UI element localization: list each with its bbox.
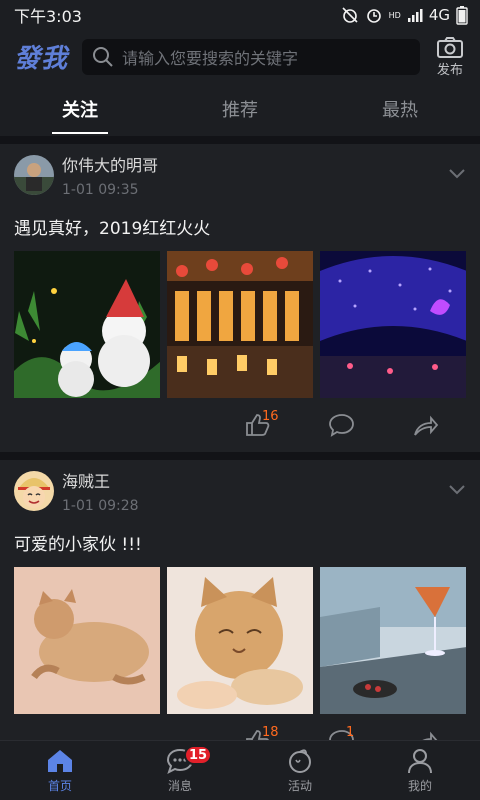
post-photos [0,251,480,398]
post-time: 1-01 09:28 [62,498,139,514]
nav-profile-label: 我的 [407,778,432,793]
post-photo-snowmen[interactable] [14,251,160,398]
tab-recommended[interactable]: 推荐 [160,82,320,136]
nav-messages[interactable]: 消息 15 [120,741,240,800]
comment-icon [329,414,354,437]
nav-activity-label: 活动 [287,778,312,793]
avatar[interactable] [14,471,54,511]
user-icon [408,748,432,773]
publish-button[interactable]: 发布 [420,35,480,78]
share-icon [414,415,439,436]
network-type: 4G [428,6,450,24]
share-button[interactable] [384,413,468,437]
chevron-down-icon[interactable] [448,484,466,496]
comment-count: 1 [346,725,355,740]
alarm-clock-icon [366,9,381,23]
tab-following[interactable]: 关注 [0,82,160,136]
avatar[interactable] [14,155,54,195]
alarm-off-icon [342,7,358,23]
chevron-down-icon[interactable] [448,168,466,180]
status-icons: HD 4G [341,5,468,25]
post-photo-lanterns[interactable] [167,251,313,398]
like-count: 18 [262,725,279,740]
signal-icon [407,9,423,22]
post-header: 海贼王 1-01 09:28 [0,460,480,522]
battery-icon [456,6,468,25]
post-header: 你伟大的明哥 1-01 09:35 [0,144,480,206]
post-photo-kitten-lying[interactable] [14,567,160,714]
unread-badge: 15 [184,745,212,765]
publish-label: 发布 [436,62,463,78]
like-button[interactable]: 18 [216,725,300,740]
post-time: 1-01 09:35 [62,182,139,198]
comment-button[interactable] [300,413,384,437]
post-text: 遇见真好，2019红红火火 [14,219,211,239]
comment-button[interactable]: 1 [300,725,384,740]
post-photos [0,567,480,714]
nav-profile[interactable]: 我的 [360,741,480,800]
post-photo-kitten-closeup[interactable] [167,567,313,714]
post-username[interactable]: 你伟大的明哥 [62,152,158,176]
nav-messages-label: 消息 [167,778,192,793]
post-photo-lights[interactable] [320,251,466,398]
status-bar: 下午3:03 HD 4G [0,0,480,30]
post-username[interactable]: 海贼王 [62,468,139,492]
like-count: 16 [262,409,279,424]
post-feed[interactable]: 你伟大的明哥 1-01 09:35 遇见真好，2019红红火火 16 海贼王 1… [0,136,480,740]
post-photo-wine-sea[interactable] [320,567,466,714]
status-time: 下午3:03 [14,7,82,26]
home-icon [48,749,72,772]
tab-hottest[interactable]: 最热 [320,82,480,136]
post-actions: 18 1 [0,714,480,740]
post-card: 海贼王 1-01 09:28 可爱的小家伙 !!! 18 1 [0,460,480,740]
share-icon [422,731,438,740]
post-actions: 16 [0,398,480,452]
like-button[interactable]: 16 [216,409,300,437]
post-text: 可爱的小家伙 !!! [14,535,142,555]
post-card: 你伟大的明哥 1-01 09:35 遇见真好，2019红红火火 16 [0,144,480,452]
nav-activity[interactable]: 活动 [240,741,360,800]
bottom-navigation: 首页 消息 15 活动 我的 [0,740,480,800]
search-icon [93,47,113,67]
search-placeholder: 请输入您要搜索的关键字 [122,49,299,68]
search-bar[interactable]: 请输入您要搜索的关键字 [82,39,420,75]
app-logo[interactable]: 發我 [0,38,82,75]
camera-icon [437,36,463,58]
share-button[interactable] [384,729,468,740]
activity-icon [289,748,311,773]
nav-home[interactable]: 首页 [0,741,120,800]
nav-home-label: 首页 [47,778,72,793]
top-header: 發我 请输入您要搜索的关键字 发布 [0,30,480,82]
feed-tabs: 关注 推荐 最热 [0,82,480,136]
hd-label: HD [388,10,401,20]
